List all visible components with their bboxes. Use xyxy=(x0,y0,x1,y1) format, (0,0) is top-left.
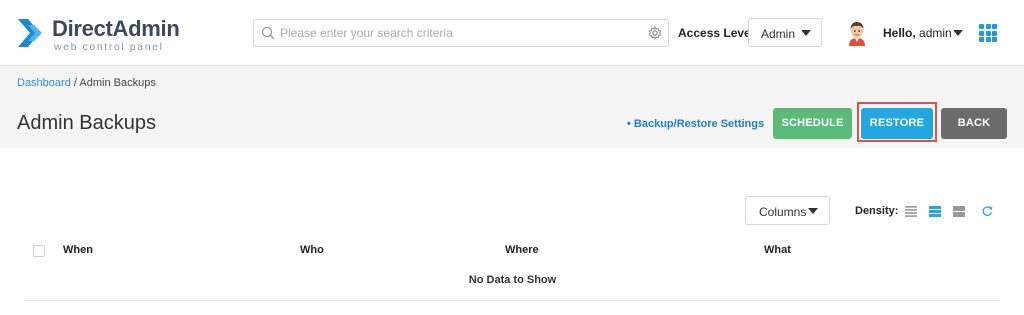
directadmin-logo[interactable]: DirectAdmin web control panel xyxy=(14,14,184,54)
density-comfortable-icon[interactable] xyxy=(953,206,965,217)
breadcrumb-dashboard-link[interactable]: Dashboard xyxy=(17,77,71,89)
top-bar: DirectAdmin web control panel Access Lev… xyxy=(0,0,1024,66)
table-header: When Who Where What xyxy=(25,238,1000,264)
empty-table-message: No Data to Show xyxy=(468,274,557,286)
access-level-value: Admin xyxy=(761,27,796,41)
user-greeting[interactable]: Hello, admin xyxy=(883,26,952,40)
column-header-who[interactable]: Who xyxy=(300,244,324,256)
search-icon xyxy=(261,26,275,40)
column-header-what[interactable]: What xyxy=(764,244,791,256)
logo-title: DirectAdmin xyxy=(52,16,180,41)
chevron-down-icon xyxy=(808,208,818,214)
table-divider xyxy=(25,300,1000,301)
back-button[interactable]: BACK xyxy=(941,108,1007,139)
logo-subtitle: web control panel xyxy=(54,41,164,53)
search-bar xyxy=(253,19,669,47)
select-all-checkbox[interactable] xyxy=(33,245,45,257)
access-level-select[interactable]: Admin xyxy=(748,18,822,47)
density-medium-icon[interactable] xyxy=(929,206,941,217)
username: admin xyxy=(919,26,952,40)
logo-chevron-icon xyxy=(18,19,42,47)
breadcrumb: Dashboard / Admin Backups xyxy=(17,77,156,89)
user-avatar[interactable] xyxy=(846,20,868,46)
columns-label: Columns xyxy=(759,205,807,219)
greeting-text: Hello, xyxy=(883,26,916,40)
search-settings-gear-icon[interactable] xyxy=(648,26,662,40)
search-input[interactable] xyxy=(280,24,640,42)
backups-table-panel: Columns Density: When Who Where What No … xyxy=(0,148,1024,315)
page-title: Admin Backups xyxy=(17,112,156,134)
refresh-icon[interactable] xyxy=(981,205,993,217)
schedule-button[interactable]: SCHEDULE xyxy=(773,108,852,139)
backup-restore-settings-link[interactable]: • Backup/Restore Settings xyxy=(627,118,764,130)
columns-dropdown[interactable]: Columns xyxy=(745,196,830,225)
user-menu-chevron-icon[interactable] xyxy=(953,30,963,36)
apps-grid-icon[interactable] xyxy=(979,24,997,42)
breadcrumb-current: Admin Backups xyxy=(79,77,156,89)
restore-button[interactable]: RESTORE xyxy=(861,108,933,139)
access-level-label: Access Level xyxy=(678,26,755,40)
column-header-where[interactable]: Where xyxy=(505,244,539,256)
density-label: Density: xyxy=(855,205,899,217)
column-header-when[interactable]: When xyxy=(63,244,93,256)
chevron-down-icon xyxy=(801,30,811,36)
density-compact-icon[interactable] xyxy=(905,206,917,217)
